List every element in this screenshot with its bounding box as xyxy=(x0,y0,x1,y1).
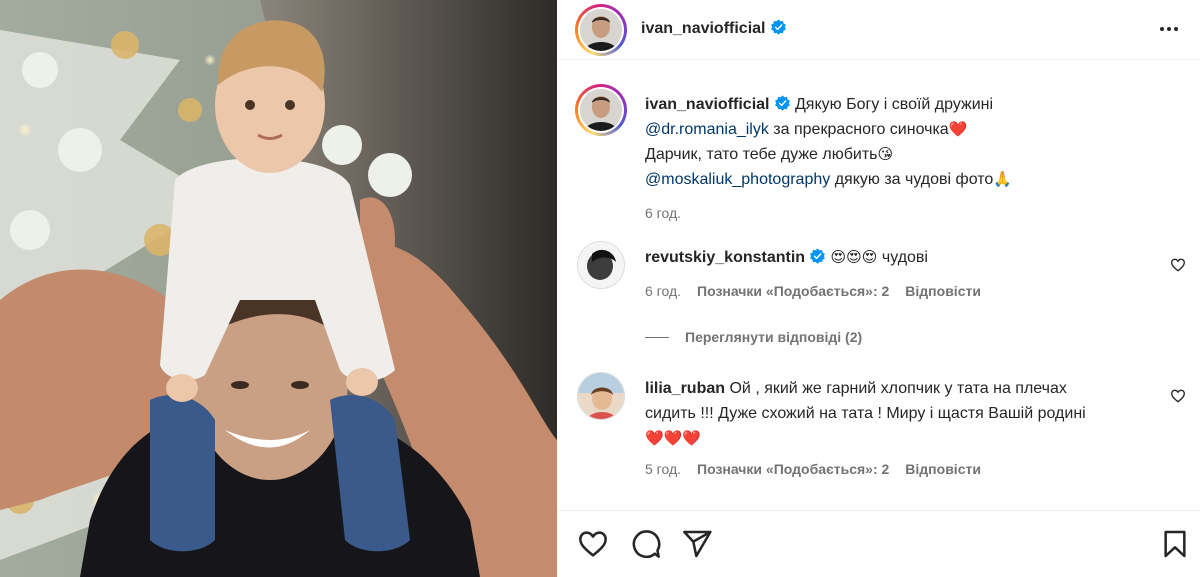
post-photo[interactable] xyxy=(0,0,557,577)
comment-like-heart-icon[interactable] xyxy=(1170,388,1186,404)
comment-2-meta: 5 год. Позначки «Подобається»: 2 Відпові… xyxy=(645,461,981,477)
heart-emoji: ❤️ xyxy=(948,120,968,138)
caption-avatar-image xyxy=(580,89,622,131)
comment-like-heart-icon[interactable] xyxy=(1170,257,1186,273)
more-options-icon[interactable] xyxy=(1156,18,1182,40)
author-avatar[interactable] xyxy=(575,4,627,56)
comment-author[interactable]: lilia_ruban xyxy=(645,380,725,397)
reply-button[interactable]: Відповісти xyxy=(905,283,981,299)
pray-emoji: 🙏 xyxy=(993,170,1012,188)
author-avatar-image xyxy=(580,9,622,51)
post-caption: ivan_naviofficial Дякую Богу і своїй дру… xyxy=(645,92,1145,226)
caption-line-3: Дарчик, тато тебе дуже любить😘 xyxy=(645,142,1145,167)
caption-line-4: @moskaliuk_photography дякую за чудові ф… xyxy=(645,167,1145,192)
reply-button[interactable]: Відповісти xyxy=(905,461,981,477)
caption-timestamp[interactable]: 6 год. xyxy=(645,201,1145,226)
comment-2: lilia_ruban Ой , який же гарний хлопчик … xyxy=(645,376,1145,451)
comment-2-line-1: lilia_ruban Ой , який же гарний хлопчик … xyxy=(645,376,1145,401)
caption-text-3: Дарчик, тато тебе дуже любить xyxy=(645,146,878,163)
author-name-row: ivan_naviofficial xyxy=(641,19,787,38)
post-header: ivan_naviofficial xyxy=(557,0,1200,60)
verified-badge-icon xyxy=(770,19,786,35)
comment-likes-count[interactable]: Позначки «Подобається»: 2 xyxy=(697,283,889,299)
hearts-emoji: ❤️❤️❤️ xyxy=(645,429,702,447)
caption-author[interactable]: ivan_naviofficial xyxy=(645,96,770,113)
caption-line-1: ivan_naviofficial Дякую Богу і своїй дру… xyxy=(645,92,1145,117)
caption-line-2: @dr.romania_ilyk за прекрасного синочка❤… xyxy=(645,117,1145,142)
view-replies-label: Переглянути відповіді (2) xyxy=(685,329,863,345)
comment-timestamp[interactable]: 6 год. xyxy=(645,283,681,299)
comment-text: сидить !!! Дуже схожий на тата ! Миру і … xyxy=(645,405,1086,422)
mention-link[interactable]: @dr.romania_ilyk xyxy=(645,121,769,138)
caption-author-avatar[interactable] xyxy=(575,84,627,136)
comment-1-meta: 6 год. Позначки «Подобається»: 2 Відпові… xyxy=(645,283,981,299)
comment-text: Ой , який же гарний хлопчик у тата на пл… xyxy=(729,380,1067,397)
view-replies-button[interactable]: Переглянути відповіді (2) xyxy=(645,329,862,345)
caption-text-4: дякую за чудові фото xyxy=(834,171,994,188)
heart-eyes-emoji: 😍😍😍 xyxy=(830,248,878,266)
photo-illustration xyxy=(0,0,557,577)
comment-timestamp[interactable]: 5 год. xyxy=(645,461,681,477)
comment-1: revutskiy_konstantin 😍😍😍 чудові xyxy=(645,245,1145,270)
verified-badge-icon xyxy=(774,95,790,111)
paper-plane-icon[interactable] xyxy=(681,528,713,560)
replies-divider xyxy=(645,336,669,338)
comment-icon[interactable] xyxy=(630,528,662,560)
caption-text-2: за прекрасного синочка xyxy=(773,121,949,138)
wink-emoji: 😘 xyxy=(877,145,894,163)
bookmark-icon[interactable] xyxy=(1159,528,1191,560)
action-bar xyxy=(557,510,1200,577)
author-username[interactable]: ivan_naviofficial xyxy=(641,20,766,37)
commenter-avatar[interactable] xyxy=(577,372,625,420)
comment-likes-count[interactable]: Позначки «Подобається»: 2 xyxy=(697,461,889,477)
comment-author[interactable]: revutskiy_konstantin xyxy=(645,249,805,266)
commenter-avatar-image xyxy=(578,242,624,288)
mention-link[interactable]: @moskaliuk_photography xyxy=(645,171,830,188)
caption-text-1: Дякую Богу і своїй дружині xyxy=(794,96,994,113)
commenter-avatar[interactable] xyxy=(577,241,625,289)
commenter-avatar-image xyxy=(578,373,624,419)
comment-text: чудові xyxy=(881,249,928,266)
verified-badge-icon xyxy=(810,248,825,264)
heart-icon[interactable] xyxy=(577,528,609,560)
post-panel: ivan_naviofficial ivan_naviofficial Дяку… xyxy=(557,0,1200,577)
